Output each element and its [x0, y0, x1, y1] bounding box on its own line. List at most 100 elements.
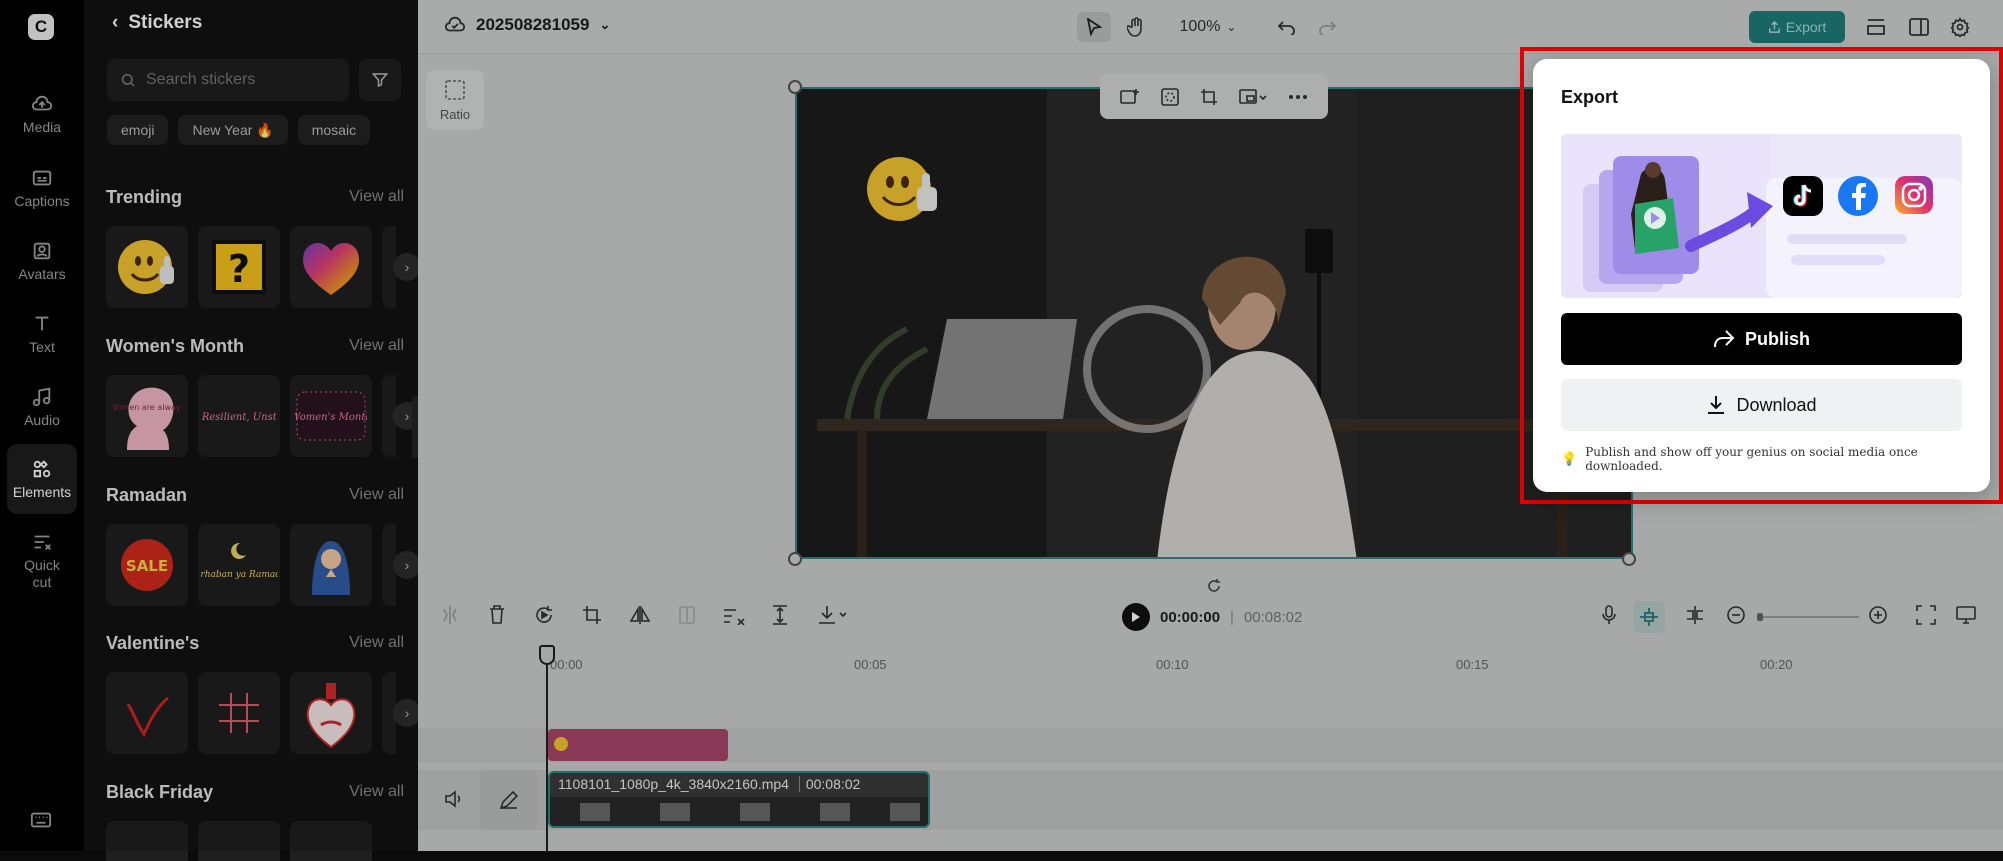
download-button[interactable]: Download	[1561, 379, 1962, 431]
audio-icon	[32, 387, 51, 406]
sticker-thumb-womens-2[interactable]: Strong, Resilient, Unstoppable	[198, 375, 280, 457]
more-options-icon[interactable]	[1288, 94, 1308, 100]
emoji-clip-icon	[554, 737, 568, 751]
thumbs-up-emoji-sticker[interactable]	[859, 151, 951, 227]
facebook-icon	[1838, 176, 1878, 216]
playhead-handle[interactable]	[539, 645, 555, 665]
zoom-out-icon[interactable]	[1726, 605, 1746, 625]
hand-tool-button[interactable]	[1119, 12, 1153, 42]
crop-icon[interactable]	[1200, 88, 1218, 106]
publish-button[interactable]: Publish	[1561, 313, 1962, 365]
stickers-panel: ‹ Stickers Search stickers emoji New Yea…	[84, 0, 421, 861]
sticker-thumb-womens-3[interactable]: Women's Month	[290, 375, 372, 457]
video-clip[interactable]: 1108101_1080p_4k_3840x2160.mp4 00:08:02	[548, 771, 930, 828]
sticker-search-input[interactable]: Search stickers	[107, 59, 349, 101]
fit-screen-icon[interactable]	[1916, 605, 1936, 625]
chip-mosaic[interactable]: mosaic	[297, 115, 371, 145]
sticker-thumb-black-friday-3[interactable]	[290, 821, 372, 861]
play-button[interactable]	[1122, 603, 1150, 631]
microphone-icon[interactable]	[1601, 605, 1617, 625]
view-all-link[interactable]: View all	[349, 783, 404, 801]
settings-button[interactable]	[1947, 12, 1973, 42]
nav-item-avatars[interactable]: Avatars	[7, 229, 77, 293]
sticker-thumb-womens-1[interactable]: Women are always	[106, 375, 188, 457]
replace-media-icon[interactable]	[1120, 88, 1140, 106]
resize-handle-bottom-right[interactable]	[1622, 552, 1636, 566]
sticker-thumb-tic-tac-toe[interactable]	[198, 672, 280, 754]
layout-toggle-button[interactable]	[1906, 12, 1932, 42]
playhead-line[interactable]	[546, 648, 548, 851]
sticker-thumb-black-friday-2[interactable]	[198, 821, 280, 861]
export-button[interactable]: Export	[1749, 11, 1845, 43]
layers-button[interactable]	[1863, 12, 1889, 42]
view-all-link[interactable]: View all	[349, 634, 404, 652]
preview-monitor-icon[interactable]	[1956, 605, 1976, 625]
category-trending: Trending View all ? ›	[106, 184, 421, 308]
split-track-icon[interactable]	[1685, 605, 1705, 625]
select-tool-button[interactable]	[1077, 12, 1111, 42]
split-icon[interactable]	[441, 605, 459, 625]
sticker-thumb-marhaban[interactable]: Marhaban ya Ramadan	[198, 524, 280, 606]
ratio-button[interactable]: Ratio	[426, 70, 484, 130]
view-all-link[interactable]: View all	[349, 188, 404, 206]
sticker-thumb-thumbs-up-emoji[interactable]	[106, 226, 188, 308]
zoom-in-icon[interactable]	[1868, 605, 1888, 625]
view-all-link[interactable]: View all	[349, 486, 404, 504]
snap-toggle-button[interactable]	[1633, 601, 1665, 633]
timeline-ruler[interactable]: 00:00 00:05 00:10 00:15 00:20	[418, 645, 2003, 675]
download-dropdown-icon[interactable]	[818, 605, 848, 625]
scroll-right-button[interactable]: ›	[393, 253, 421, 281]
keyboard-shortcuts-button[interactable]	[30, 810, 52, 835]
resize-handle-bottom-left[interactable]	[788, 552, 802, 566]
redo-button[interactable]	[1315, 12, 1339, 42]
zoom-slider[interactable]	[1757, 613, 1859, 621]
chip-emoji[interactable]: emoji	[107, 115, 169, 145]
zoom-slider-thumb[interactable]	[1757, 613, 1763, 621]
captions-icon	[32, 170, 52, 185]
ruler-tick: 00:10	[1156, 657, 1189, 672]
sticker-thumb-black-friday-1[interactable]	[106, 821, 188, 861]
woman-profile-sticker-icon: Women are always	[113, 387, 181, 450]
sticker-thumb-question-block[interactable]: ?	[198, 226, 280, 308]
nav-item-audio[interactable]: Audio	[7, 375, 77, 439]
delete-icon[interactable]	[488, 605, 506, 625]
sticker-thumb-love-potion[interactable]	[290, 672, 372, 754]
category-ramadan: Ramadan View all SALE Marhaban ya Ramada…	[106, 482, 421, 606]
sticker-thumb-praying-girl[interactable]	[290, 524, 372, 606]
sticker-thumb-ramadan-sale[interactable]: SALE	[106, 524, 188, 606]
video-canvas[interactable]	[795, 87, 1633, 559]
stretch-icon[interactable]	[771, 605, 789, 625]
nav-item-quick-cut[interactable]: Quick cut	[7, 526, 77, 596]
crop-icon[interactable]	[582, 605, 602, 625]
zoom-dropdown[interactable]: 100% ⌄	[1173, 12, 1243, 42]
nav-item-captions[interactable]: Captions	[7, 156, 77, 220]
undo-button[interactable]	[1275, 12, 1299, 42]
project-name-dropdown[interactable]: 202508281059 ⌄	[444, 15, 610, 35]
track-cover-edit-button[interactable]	[480, 770, 538, 830]
play-icon	[1132, 612, 1140, 622]
nav-item-media[interactable]: Media	[7, 82, 77, 146]
sticker-thumb-rainbow-heart[interactable]	[290, 226, 372, 308]
sticker-thumb-scribble-heart[interactable]	[106, 672, 188, 754]
scroll-right-button[interactable]: ›	[393, 699, 421, 727]
filter-button[interactable]	[359, 59, 401, 101]
scroll-right-button[interactable]: ›	[393, 551, 421, 579]
flip-icon[interactable]	[629, 605, 651, 625]
download-icon	[1708, 396, 1725, 414]
remove-background-icon[interactable]	[1161, 87, 1179, 106]
picture-in-picture-icon[interactable]	[1238, 88, 1267, 106]
chip-new-year[interactable]: New Year 🔥	[178, 115, 288, 145]
export-tip: 💡 Publish and show off your genius on so…	[1561, 445, 1962, 473]
tiktok-icon	[1783, 176, 1823, 216]
sticker-clip[interactable]	[548, 729, 728, 761]
replay-icon[interactable]	[534, 605, 554, 625]
view-all-link[interactable]: View all	[349, 337, 404, 355]
resize-handle-top-left[interactable]	[788, 80, 802, 94]
track-mute-button[interactable]	[444, 790, 464, 813]
adjust-icon[interactable]	[723, 605, 745, 625]
nav-item-elements[interactable]: Elements	[7, 444, 77, 514]
app-logo[interactable]: C	[28, 14, 54, 40]
freeze-frame-icon[interactable]	[678, 605, 696, 625]
back-icon[interactable]: ‹	[112, 12, 118, 34]
nav-item-text[interactable]: Text	[7, 302, 77, 366]
